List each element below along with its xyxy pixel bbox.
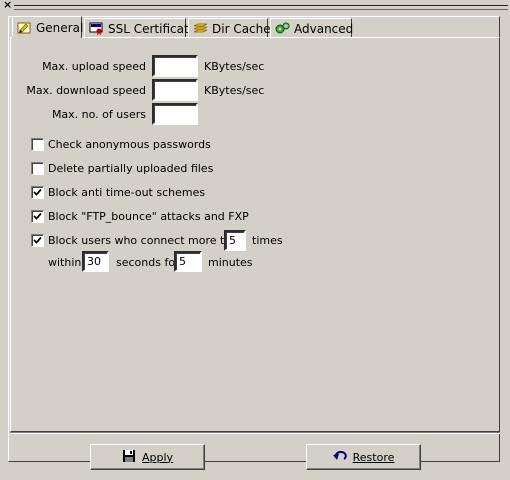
tab-ssl-certificate[interactable]: SSL Certificate (84, 18, 196, 38)
apply-button[interactable]: Apply (90, 444, 205, 470)
tab-label: SSL Certificate (108, 21, 197, 36)
tab-dir-cache[interactable]: Dir Cache (188, 18, 271, 38)
tab-advanced[interactable]: Advanced (270, 18, 354, 38)
caption-line (14, 9, 508, 10)
caption-line (14, 5, 508, 6)
tab-label: Dir Cache (212, 21, 271, 36)
tab-join (12, 36, 81, 39)
undo-arrow-icon (332, 450, 347, 465)
tab-label: General (36, 20, 84, 35)
dir-cache-icon (193, 22, 208, 35)
separator (10, 432, 500, 434)
advanced-icon (275, 22, 290, 35)
tab-label: Advanced (294, 21, 354, 36)
close-icon[interactable]: × (3, 0, 12, 10)
restore-button[interactable]: Restore (306, 444, 421, 470)
tab-general[interactable]: General (12, 16, 84, 38)
apply-label: Apply (141, 450, 174, 464)
certificate-icon (89, 22, 104, 36)
floppy-disk-icon (122, 449, 136, 466)
general-tab-panel (10, 37, 500, 432)
restore-label: Restore (352, 450, 395, 464)
general-tab-icon (17, 21, 32, 34)
